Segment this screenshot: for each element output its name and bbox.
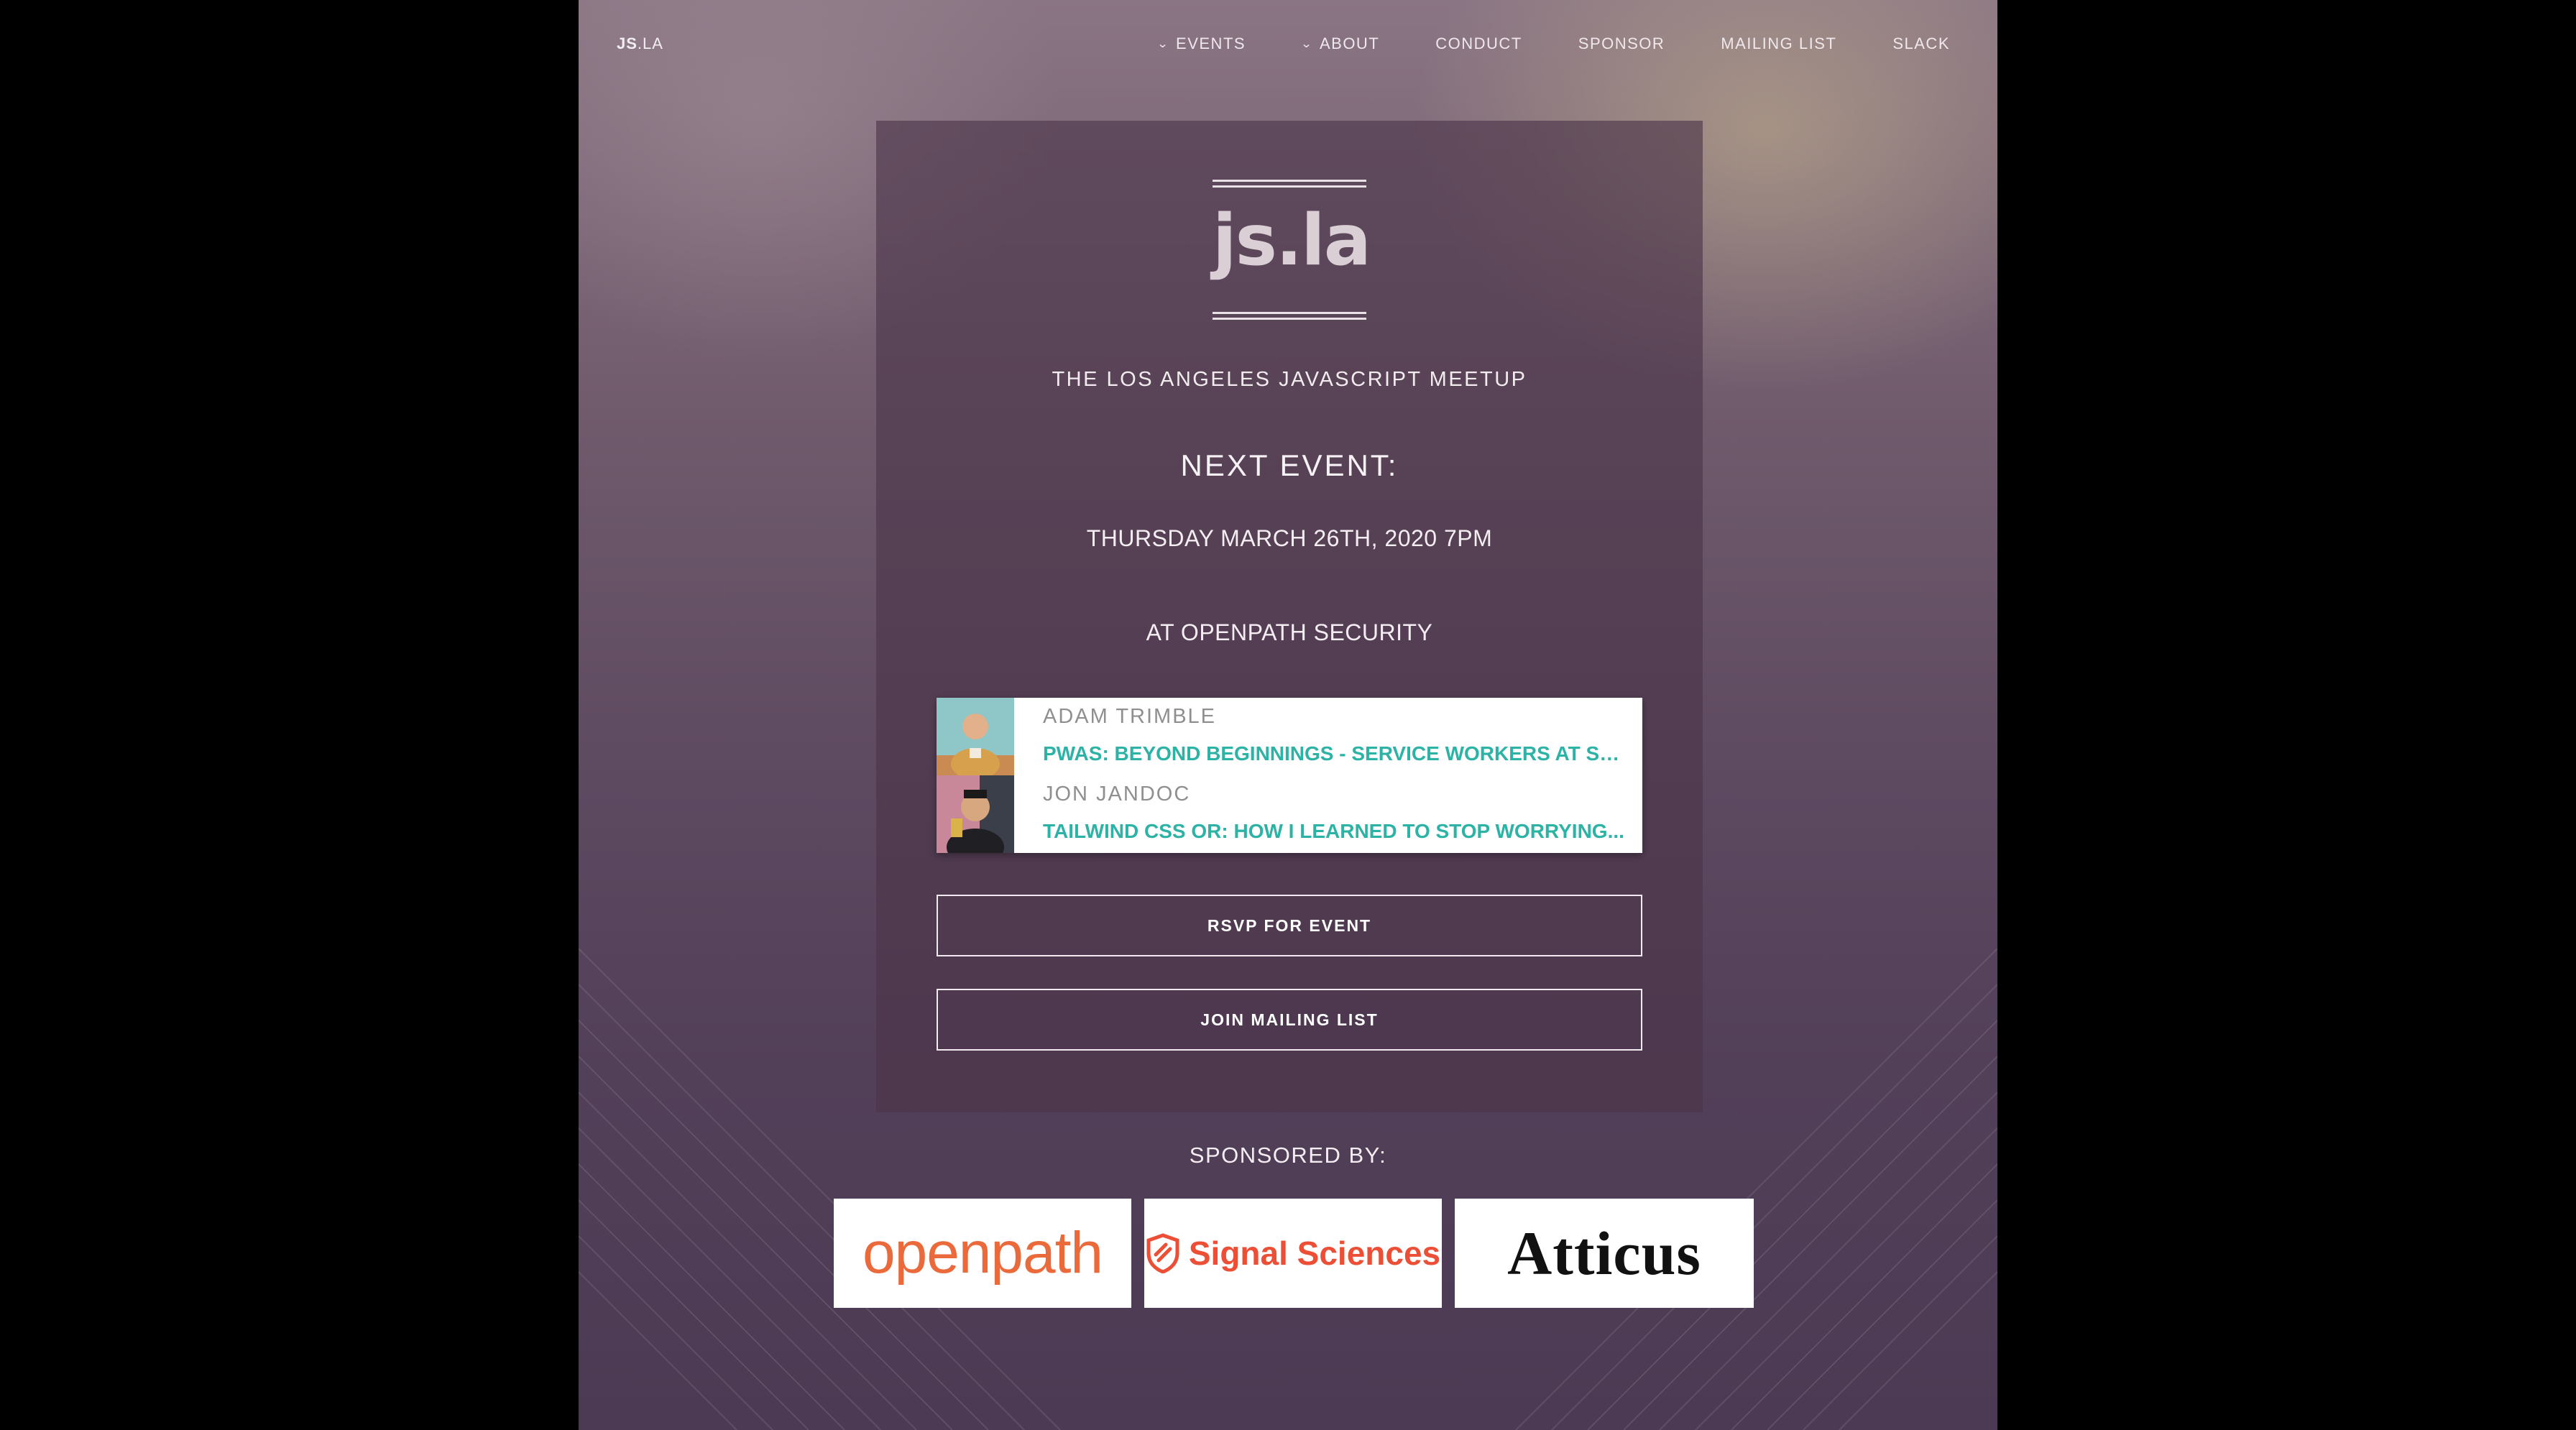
sponsor-openpath-logo[interactable]: openpath <box>834 1199 1131 1308</box>
speaker-name: JON JANDOC <box>1043 783 1191 806</box>
nav-item-events[interactable]: ⌄ EVENTS <box>1156 34 1246 53</box>
chevron-down-icon: ⌄ <box>1156 38 1170 50</box>
tagline: THE LOS ANGELES JAVASCRIPT MEETUP <box>1052 368 1527 391</box>
speaker-name: ADAM TRIMBLE <box>1043 705 1217 728</box>
page-background: JS.LA ⌄ EVENTS ⌄ ABOUT CONDUCT SPONSOR M… <box>579 0 1997 1430</box>
speaker-avatar <box>937 775 1014 853</box>
shield-icon <box>1146 1233 1179 1273</box>
hero-logo: js.la <box>876 180 1703 327</box>
nav-item-label: SPONSOR <box>1578 34 1665 52</box>
nav-item-label: SLACK <box>1892 34 1950 52</box>
talk-title-link[interactable]: TAILWIND CSS OR: HOW I LEARNED TO STOP W… <box>1043 820 1625 843</box>
talk-item[interactable]: ADAM TRIMBLE PWAS: BEYOND BEGINNINGS - S… <box>937 698 1642 775</box>
logo-rule-top-2 <box>1213 185 1366 188</box>
talk-list: ADAM TRIMBLE PWAS: BEYOND BEGINNINGS - S… <box>937 698 1642 853</box>
nav-item-label: EVENTS <box>1176 34 1246 52</box>
nav-item-sponsor[interactable]: SPONSOR <box>1578 34 1665 53</box>
talk-item[interactable]: JON JANDOC TAILWIND CSS OR: HOW I LEARNE… <box>937 775 1642 853</box>
logo-rule-bottom <box>1213 312 1366 314</box>
site-logo-rest: .LA <box>637 34 663 52</box>
nav-item-slack[interactable]: SLACK <box>1892 34 1950 53</box>
site-logo-link[interactable]: JS.LA <box>617 34 663 53</box>
speaker-avatar <box>937 698 1014 775</box>
next-event-heading: NEXT EVENT: <box>1180 448 1399 482</box>
speaker-photo-icon <box>937 775 1014 853</box>
join-mailing-list-button[interactable]: JOIN MAILING LIST <box>937 989 1642 1051</box>
site-logo-bold: JS <box>617 34 638 52</box>
rsvp-button[interactable]: RSVP FOR EVENT <box>937 895 1642 956</box>
speaker-photo-icon <box>937 698 1014 775</box>
nav-item-label: ABOUT <box>1319 34 1380 52</box>
signal-sciences-text: Signal Sciences <box>1188 1235 1441 1272</box>
event-venue: AT OPENPATH SECURITY <box>1146 619 1433 645</box>
openpath-wordmark: openpath <box>862 1220 1103 1286</box>
sponsored-by-heading: SPONSORED BY: <box>1189 1143 1387 1168</box>
top-nav: ⌄ EVENTS ⌄ ABOUT CONDUCT SPONSOR MAILING… <box>1102 34 1950 53</box>
logo-text: js.la <box>1213 200 1371 282</box>
talk-title-link[interactable]: PWAS: BEYOND BEGINNINGS - SERVICE WORKER… <box>1043 742 1625 765</box>
event-date: THURSDAY MARCH 26TH, 2020 7PM <box>1086 525 1493 551</box>
sponsor-signal-sciences-logo[interactable]: Signal Sciences <box>1144 1199 1442 1308</box>
sponsor-atticus-logo[interactable]: Atticus <box>1455 1199 1754 1308</box>
logo-rule-top <box>1213 180 1366 182</box>
atticus-wordmark: Atticus <box>1507 1219 1701 1288</box>
chevron-down-icon: ⌄ <box>1300 38 1314 50</box>
nav-item-label: CONDUCT <box>1435 34 1522 52</box>
logo-rule-bottom-2 <box>1213 318 1366 320</box>
nav-item-about[interactable]: ⌄ ABOUT <box>1300 34 1380 53</box>
nav-item-label: MAILING LIST <box>1721 34 1837 52</box>
nav-item-mailing-list[interactable]: MAILING LIST <box>1721 34 1836 53</box>
nav-item-conduct[interactable]: CONDUCT <box>1435 34 1522 53</box>
signal-sciences-wordmark: Signal Sciences <box>1146 1233 1440 1273</box>
event-card: js.la THE LOS ANGELES JAVASCRIPT MEETUP … <box>876 121 1703 1112</box>
